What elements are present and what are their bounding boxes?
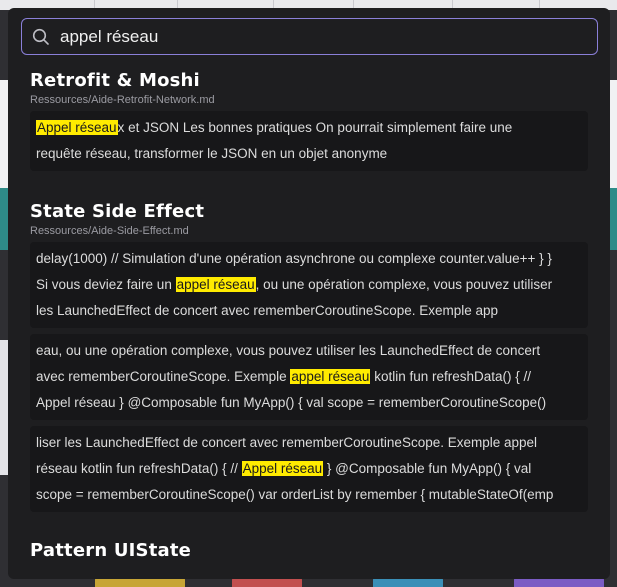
result-snippet[interactable]: Appel réseaux et JSON Les bonnes pratiqu…	[30, 111, 588, 171]
snippet-line: avec rememberCoroutineScope. Exemple app…	[36, 369, 532, 384]
result-path: Ressources/Aide-Side-Effect.md	[30, 225, 189, 237]
result-group: Pattern UIState	[8, 540, 191, 562]
snippet-line: requête réseau, transformer le JSON en u…	[36, 146, 388, 161]
snippet-line: Appel réseaux et JSON Les bonnes pratiqu…	[36, 120, 513, 135]
result-group: State Side Effect Ressources/Aide-Side-E…	[8, 201, 588, 512]
result-snippet[interactable]: liser les LaunchedEffect de concert avec…	[30, 426, 588, 512]
result-title[interactable]: Retrofit & Moshi	[30, 70, 588, 92]
snippet-line: delay(1000) // Simulation d'une opératio…	[36, 251, 552, 266]
match-highlight: appel réseau	[290, 369, 371, 384]
result-group: Retrofit & Moshi Ressources/Aide-Retrofi…	[8, 70, 588, 171]
result-snippet[interactable]: delay(1000) // Simulation d'une opératio…	[30, 242, 588, 328]
result-path: Ressources/Aide-Retrofit-Network.md	[30, 94, 215, 106]
search-icon	[32, 28, 49, 45]
search-box[interactable]	[21, 18, 598, 55]
background-right-edge	[609, 10, 617, 587]
snippet-line: Si vous deviez faire un appel réseau, ou…	[36, 277, 553, 292]
snippet-line: réseau kotlin fun refreshData() { // App…	[36, 461, 532, 476]
match-highlight: appel réseau	[175, 277, 256, 292]
result-title[interactable]: State Side Effect	[30, 201, 588, 223]
match-highlight: Appel réseau	[241, 461, 324, 476]
match-highlight: Appel réseau	[36, 120, 118, 135]
snippet-line: les LaunchedEffect de concert avec remem…	[36, 303, 499, 318]
result-title[interactable]: Pattern UIState	[30, 540, 191, 562]
snippet-line: scope = rememberCoroutineScope() var ord…	[36, 487, 554, 502]
search-modal: Retrofit & Moshi Ressources/Aide-Retrofi…	[8, 8, 610, 579]
search-input[interactable]	[60, 19, 597, 54]
snippet-line: liser les LaunchedEffect de concert avec…	[36, 435, 538, 450]
snippet-line: eau, ou une opération complexe, vous pou…	[36, 343, 541, 358]
snippet-line: Appel réseau } @Composable fun MyApp() {…	[36, 395, 547, 410]
result-snippet[interactable]: eau, ou une opération complexe, vous pou…	[30, 334, 588, 420]
